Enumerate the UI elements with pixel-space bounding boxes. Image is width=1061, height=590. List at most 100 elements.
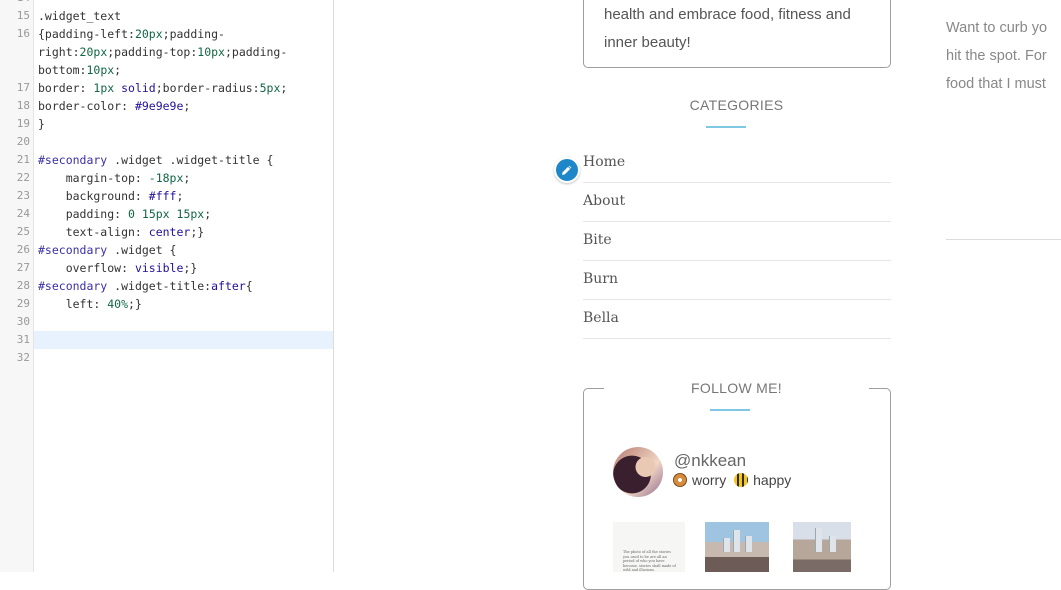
code-token: ;: [183, 99, 191, 113]
line-number: 28: [16, 279, 30, 292]
category-item-bite[interactable]: Bite: [583, 222, 891, 261]
line-number: 29: [16, 297, 30, 310]
code-line[interactable]: 24 padding: 0 15px 15px;: [0, 205, 333, 223]
text-widget-line: inner beauty!: [604, 34, 691, 51]
text-widget-body: health and embrace food, fitness and inn…: [604, 1, 879, 57]
line-number: 20: [16, 135, 30, 148]
post-divider: [946, 239, 1061, 240]
code-token: center: [148, 225, 191, 239]
category-link[interactable]: Bella: [583, 300, 891, 337]
code-token: margin-top:: [38, 171, 149, 185]
code-line[interactable]: 29 left: 40%;}: [0, 295, 333, 313]
line-number: 31: [16, 333, 30, 346]
edit-shortcut-button[interactable]: [554, 157, 580, 183]
code-token: #fff: [148, 189, 177, 203]
code-line[interactable]: right:20px;padding-top:10px;padding-: [0, 43, 333, 61]
code-token: .widget .widget-title {: [107, 153, 274, 167]
css-code-editor[interactable]: 1415.widget_text 16 {padding-left:20px;pad…: [0, 0, 334, 572]
line-number: 19: [16, 117, 30, 130]
code-token: .widget {: [107, 243, 177, 257]
code-token: 15px: [176, 207, 205, 221]
excerpt-line: hit the spot. For: [946, 48, 1047, 64]
categories-title-underline: [706, 126, 746, 128]
category-item-home[interactable]: Home: [583, 144, 891, 183]
code-text: }: [38, 115, 45, 133]
line-number: 22: [16, 171, 30, 184]
profile-bio: worry happy: [673, 472, 791, 488]
code-token: -18px: [148, 171, 184, 185]
category-link[interactable]: Bite: [583, 222, 891, 259]
castle-spire: [829, 536, 836, 552]
categories-list: Home About Bite Burn Bella: [583, 144, 891, 339]
code-line[interactable]: 30: [0, 313, 333, 331]
code-text: bottom:10px;: [38, 61, 121, 79]
code-line[interactable]: 15 .widget_text: [0, 7, 333, 25]
category-link[interactable]: Burn: [583, 261, 891, 298]
line-number: 16: [16, 27, 30, 40]
code-token: ;padding-: [224, 45, 288, 59]
instagram-thumbnail[interactable]: [705, 522, 769, 572]
code-token: .widget-title:: [107, 279, 212, 293]
code-token: solid: [121, 81, 156, 95]
category-link[interactable]: Home: [583, 144, 891, 181]
code-token: #secondary: [38, 153, 108, 167]
donut-icon: [673, 473, 687, 487]
line-number: 32: [16, 351, 30, 364]
code-line[interactable]: 28 #secondary .widget-title:after{: [0, 277, 333, 295]
code-token: .widget_text: [38, 9, 122, 23]
category-item-bella[interactable]: Bella: [583, 300, 891, 339]
code-token: ;padding-: [162, 27, 225, 41]
code-token: 40%: [107, 297, 129, 311]
code-lines[interactable]: 1415.widget_text 16 {padding-left:20px;pad…: [0, 0, 333, 367]
category-link[interactable]: About: [583, 183, 891, 220]
code-token: ;padding-top:: [107, 45, 198, 59]
code-token: visible: [134, 261, 184, 275]
bee-icon: [734, 473, 749, 487]
code-token: text-align:: [38, 225, 149, 239]
instagram-thumbnail[interactable]: The photo of all the stories you used to…: [613, 522, 685, 572]
code-token: 10px: [197, 45, 225, 59]
code-token: bottom:: [38, 63, 87, 77]
code-token: 0: [128, 207, 135, 221]
code-token: ;: [204, 207, 212, 221]
code-line[interactable]: 19}: [0, 115, 333, 133]
code-line[interactable]: 16 {padding-left:20px;padding-: [0, 25, 333, 43]
avatar[interactable]: [613, 447, 663, 497]
line-number: 27: [16, 261, 30, 274]
category-item-burn[interactable]: Burn: [583, 261, 891, 300]
code-token: #secondary: [38, 243, 108, 257]
code-token: ;: [183, 171, 191, 185]
category-item-about[interactable]: About: [583, 183, 891, 222]
line-number: 18: [16, 99, 30, 112]
code-line[interactable]: 27 overflow: visible;}: [0, 259, 333, 277]
text-widget-line: health and embrace food, fitness and: [604, 6, 851, 23]
line-number: 23: [16, 189, 30, 202]
code-token: border:: [38, 81, 94, 95]
categories-title: CATEGORIES: [689, 97, 784, 113]
code-line[interactable]: 22 margin-top: -18px;: [0, 169, 333, 187]
code-line[interactable]: 20: [0, 133, 333, 151]
code-line[interactable]: 32: [0, 349, 333, 367]
bio-word: happy: [753, 472, 792, 488]
code-token: ;: [280, 81, 288, 95]
code-token: background:: [38, 189, 149, 203]
code-line[interactable]: 17 border: 1px solid;border-radius:5px;: [0, 79, 333, 97]
code-text: right:20px;padding-top:10px;padding-: [38, 43, 287, 61]
code-line[interactable]: 25 text-align: center;}: [0, 223, 333, 241]
code-line[interactable]: 31: [0, 331, 333, 349]
code-line[interactable]: 26 #secondary .widget {: [0, 241, 333, 259]
code-line[interactable]: 21 #secondary .widget .widget-title {: [0, 151, 333, 169]
instagram-handle[interactable]: @nkkean: [674, 451, 746, 471]
code-line[interactable]: bottom:10px;: [0, 61, 333, 79]
code-line[interactable]: 14: [0, 0, 333, 7]
code-line[interactable]: 18 border-color: #9e9e9e;: [0, 97, 333, 115]
code-text: {padding-left:20px;padding-: [38, 25, 225, 43]
code-line[interactable]: 23 background: #fff;: [0, 187, 333, 205]
follow-title-underline: [710, 409, 750, 411]
instagram-thumbnail[interactable]: [793, 522, 851, 572]
code-token: {: [245, 279, 253, 293]
code-token: ;: [114, 63, 122, 77]
code-token: 5px: [259, 81, 281, 95]
post-excerpt: Want to curb yo hit the spot. For food t…: [946, 14, 1061, 98]
